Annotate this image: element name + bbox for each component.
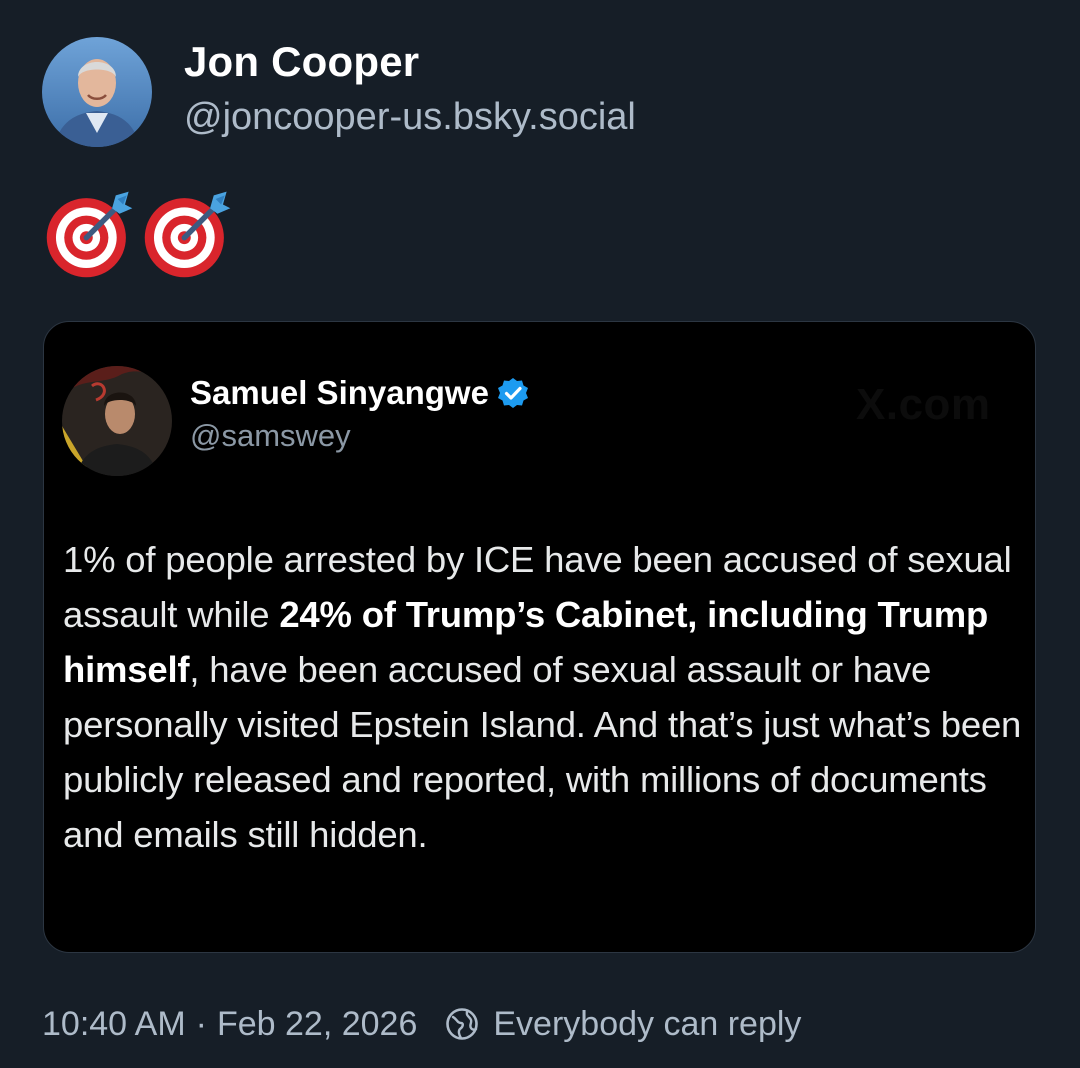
quoted-body-text-end: , have been accused of sexual assault or… <box>63 649 1022 855</box>
quoted-author-name: Samuel Sinyangwe <box>190 374 489 411</box>
reply-setting[interactable]: Everybody can reply <box>493 1000 801 1048</box>
post-footer: 10:40 AM · Feb 22, 2026 Everybody can re… <box>42 1000 801 1048</box>
post-header: Jon Cooper @joncooper-us.bsky.social <box>42 37 636 147</box>
author-info: Jon Cooper @joncooper-us.bsky.social <box>184 36 636 142</box>
post-date: Feb 22, 2026 <box>216 1005 418 1043</box>
quoted-author-avatar <box>62 366 172 476</box>
direct-hit-icon <box>46 191 133 278</box>
post-text <box>44 188 234 280</box>
post-time: 10:40 AM <box>42 1005 186 1043</box>
footer-separator: · <box>195 1005 207 1043</box>
quoted-author-info: Samuel Sinyangwe @samswey <box>190 372 529 456</box>
author-name[interactable]: Jon Cooper <box>184 36 636 88</box>
quoted-post-image[interactable]: X.com Samuel Sinyangwe @samswey 1% of pe… <box>43 321 1036 953</box>
author-handle[interactable]: @joncooper-us.bsky.social <box>184 92 636 142</box>
quoted-post-header: Samuel Sinyangwe @samswey <box>62 366 529 476</box>
verified-badge-icon <box>497 378 528 408</box>
watermark: X.com <box>856 380 991 429</box>
direct-hit-icon <box>144 191 231 278</box>
globe-icon <box>446 1008 479 1040</box>
quoted-name-row: Samuel Sinyangwe <box>190 372 529 414</box>
quoted-post-body: 1% of people arrested by ICE have been a… <box>63 532 1031 862</box>
quoted-author-handle: @samswey <box>190 418 351 453</box>
author-avatar[interactable] <box>42 37 152 147</box>
